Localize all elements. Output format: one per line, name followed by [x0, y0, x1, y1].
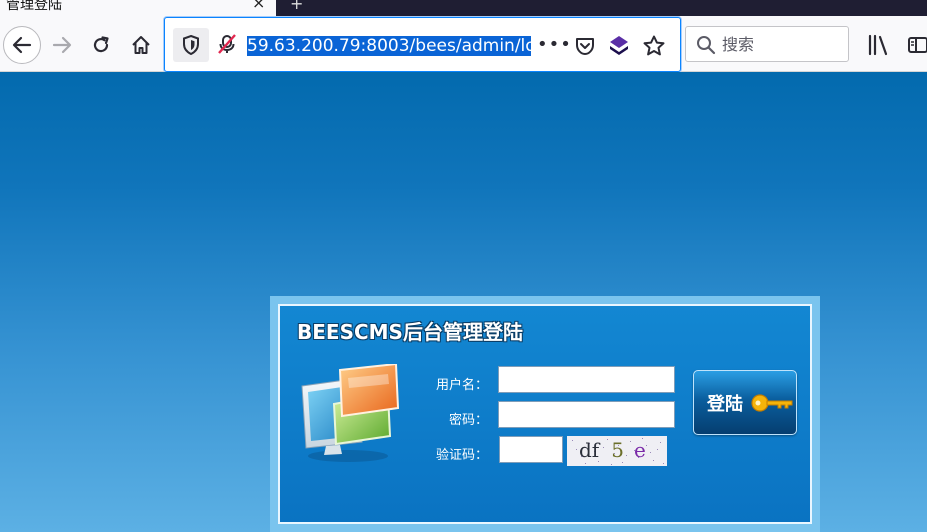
login-title: BEESCMS后台管理登陆	[297, 320, 523, 344]
microphone-blocked-icon[interactable]	[216, 33, 238, 55]
tab-strip: 管理登陆 × +	[0, 0, 927, 16]
search-input[interactable]	[722, 31, 842, 57]
login-panel-frame: BEESCMS后台管理登陆 用户名： 密码： 验证码： df 5 e 登陆	[270, 296, 820, 532]
tab-active[interactable]: 管理登陆 ×	[0, 0, 276, 16]
tab-title: 管理登陆	[6, 0, 62, 13]
address-bar[interactable]: 59.63.200.79:8003/bees/admin/log •••	[164, 17, 681, 72]
reload-icon	[93, 36, 109, 53]
search-icon	[697, 36, 716, 55]
tracking-shield-icon	[183, 35, 199, 55]
tracking-protection-button[interactable]	[173, 28, 209, 62]
back-arrow-icon	[12, 36, 32, 54]
password-label: 密码：	[448, 413, 488, 428]
captcha-char-2: 5	[611, 438, 624, 462]
search-box[interactable]	[685, 26, 849, 62]
navigation-toolbar: 59.63.200.79:8003/bees/admin/log •••	[0, 16, 927, 72]
reload-button[interactable]	[84, 28, 118, 62]
home-button[interactable]	[124, 28, 158, 62]
username-label: 用户名：	[435, 378, 488, 393]
new-tab-button[interactable]: +	[290, 0, 304, 13]
page-background: BEESCMS后台管理登陆 用户名： 密码： 验证码： df 5 e 登陆	[0, 72, 927, 532]
forward-arrow-icon	[52, 36, 72, 54]
captcha-text: df 5 e	[579, 438, 646, 462]
captcha-input[interactable]	[499, 436, 563, 463]
captcha-char-3: e	[633, 438, 646, 462]
sidebar-icon[interactable]	[907, 34, 927, 56]
login-button[interactable]: 登陆	[693, 370, 797, 435]
extension-icon[interactable]	[607, 34, 631, 58]
key-icon	[751, 394, 793, 412]
captcha-label: 验证码：	[435, 448, 488, 463]
pocket-icon[interactable]	[573, 34, 597, 58]
captcha-image[interactable]: df 5 e	[567, 436, 667, 466]
username-input[interactable]	[498, 366, 675, 393]
password-input[interactable]	[498, 401, 675, 428]
library-icon[interactable]	[866, 33, 892, 57]
captcha-char-1: df	[579, 438, 600, 462]
home-icon	[132, 36, 150, 54]
computer-windows-graphic	[301, 364, 400, 462]
bookmark-star-icon[interactable]	[642, 34, 666, 58]
login-button-label: 登陆	[707, 394, 743, 415]
login-panel: BEESCMS后台管理登陆 用户名： 密码： 验证码： df 5 e 登陆	[278, 304, 812, 524]
forward-button[interactable]	[45, 28, 79, 62]
page-actions-menu[interactable]: •••	[537, 34, 572, 55]
back-button[interactable]	[3, 26, 41, 64]
url-selection: 59.63.200.79:8003/bees/admin/log	[247, 36, 531, 56]
url-text[interactable]: 59.63.200.79:8003/bees/admin/log	[247, 34, 531, 58]
tab-close-button[interactable]: ×	[252, 0, 265, 12]
